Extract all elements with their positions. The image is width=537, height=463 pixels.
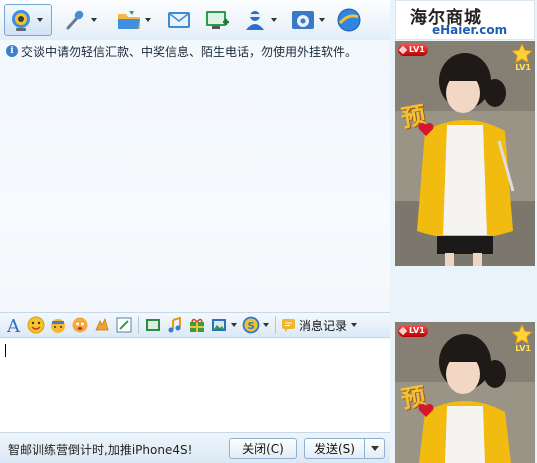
- send-button[interactable]: 发送(S): [304, 438, 364, 459]
- chat-bottom-bar: 智邮训练营倒计时,加推iPhone4S! 关闭(C) 发送(S): [0, 432, 390, 463]
- app-settings-button[interactable]: [290, 4, 325, 36]
- star-level-text: LV1: [515, 344, 531, 353]
- add-screen-icon: [204, 7, 230, 33]
- chevron-down-icon: [370, 446, 379, 451]
- remote-user-icon: [242, 7, 268, 33]
- gem-icon: [398, 45, 408, 55]
- remote-assist-button[interactable]: [242, 4, 277, 36]
- chat-toolbar: [0, 0, 390, 40]
- microphone-icon: [62, 7, 88, 33]
- gift-icon[interactable]: [186, 314, 208, 336]
- promo-link[interactable]: 智邮训练营倒计时,加推iPhone4S!: [8, 441, 192, 458]
- text-cursor: [5, 344, 6, 357]
- level-badge: LV1: [398, 325, 428, 337]
- contact-show-photo[interactable]: LV1 LV1 预: [395, 41, 535, 266]
- chevron-down-icon[interactable]: [263, 323, 269, 327]
- send-email-button[interactable]: [166, 4, 192, 36]
- message-log-label: 消息记录: [299, 318, 348, 333]
- security-notice: i 交谈中请勿轻信汇款、中奖信息、陌生电话，勿使用外挂软件。: [6, 42, 357, 60]
- security-notice-text: 交谈中请勿轻信汇款、中奖信息、陌生电话，勿使用外挂软件。: [21, 44, 358, 59]
- heart-icon: [418, 403, 434, 417]
- ad-domain: eHaier.com: [432, 23, 508, 37]
- star-level-text: LV1: [515, 63, 531, 72]
- magic-expression-icon[interactable]: [47, 314, 69, 336]
- music-icon[interactable]: [164, 314, 186, 336]
- star-icon: [511, 324, 533, 345]
- level-badge-text: LV1: [409, 326, 425, 335]
- video-call-button[interactable]: [4, 4, 52, 36]
- message-log-icon: [282, 319, 295, 332]
- envelope-icon: [166, 7, 192, 33]
- globe-icon: [336, 7, 362, 33]
- format-toolbar: A S 消息记录: [0, 312, 390, 338]
- chat-pane: i 交谈中请勿轻信汇款、中奖信息、陌生电话，勿使用外挂软件。 A S 消息记录 …: [0, 0, 390, 463]
- chevron-down-icon[interactable]: [37, 18, 43, 22]
- funny-face-icon[interactable]: [69, 314, 91, 336]
- contact-figure: [395, 41, 535, 266]
- emoji-icon[interactable]: [25, 314, 47, 336]
- settings-window-icon: [290, 7, 316, 33]
- message-log-button[interactable]: 消息记录: [281, 317, 360, 334]
- create-group-button[interactable]: [204, 4, 230, 36]
- toolbar-divider: [138, 316, 139, 334]
- voice-call-button[interactable]: [62, 4, 97, 36]
- nudge-icon[interactable]: [91, 314, 113, 336]
- heart-icon: [418, 122, 434, 136]
- level-badge: LV1: [398, 44, 428, 56]
- close-button[interactable]: 关闭(C): [229, 438, 297, 459]
- screenshot-icon[interactable]: [142, 314, 164, 336]
- message-history[interactable]: [0, 62, 390, 310]
- chevron-down-icon[interactable]: [145, 18, 151, 22]
- message-input[interactable]: [0, 339, 390, 432]
- send-options-button[interactable]: [364, 438, 385, 459]
- qq-apps-button[interactable]: [336, 4, 362, 36]
- my-show-photo[interactable]: LV1 LV1 预: [395, 322, 535, 463]
- toolbar-divider: [275, 316, 276, 334]
- doodle-icon[interactable]: [113, 314, 135, 336]
- gem-icon: [398, 326, 408, 336]
- font-icon[interactable]: A: [3, 314, 25, 336]
- webcam-icon: [8, 7, 34, 33]
- star-icon: [511, 43, 533, 64]
- svg-text:A: A: [6, 316, 21, 334]
- chevron-down-icon[interactable]: [231, 323, 237, 327]
- send-file-button[interactable]: [116, 4, 151, 36]
- image-icon[interactable]: [208, 314, 230, 336]
- qq-coin-icon[interactable]: S: [240, 314, 262, 336]
- chevron-down-icon: [351, 323, 358, 327]
- svg-text:S: S: [248, 321, 255, 332]
- info-icon: i: [6, 45, 18, 57]
- folder-icon: [116, 7, 142, 33]
- level-badge-text: LV1: [409, 45, 425, 54]
- ad-banner[interactable]: 海尔商城 eHaier.com: [395, 0, 535, 40]
- chevron-down-icon[interactable]: [271, 18, 277, 22]
- chevron-down-icon[interactable]: [319, 18, 325, 22]
- chevron-down-icon[interactable]: [91, 18, 97, 22]
